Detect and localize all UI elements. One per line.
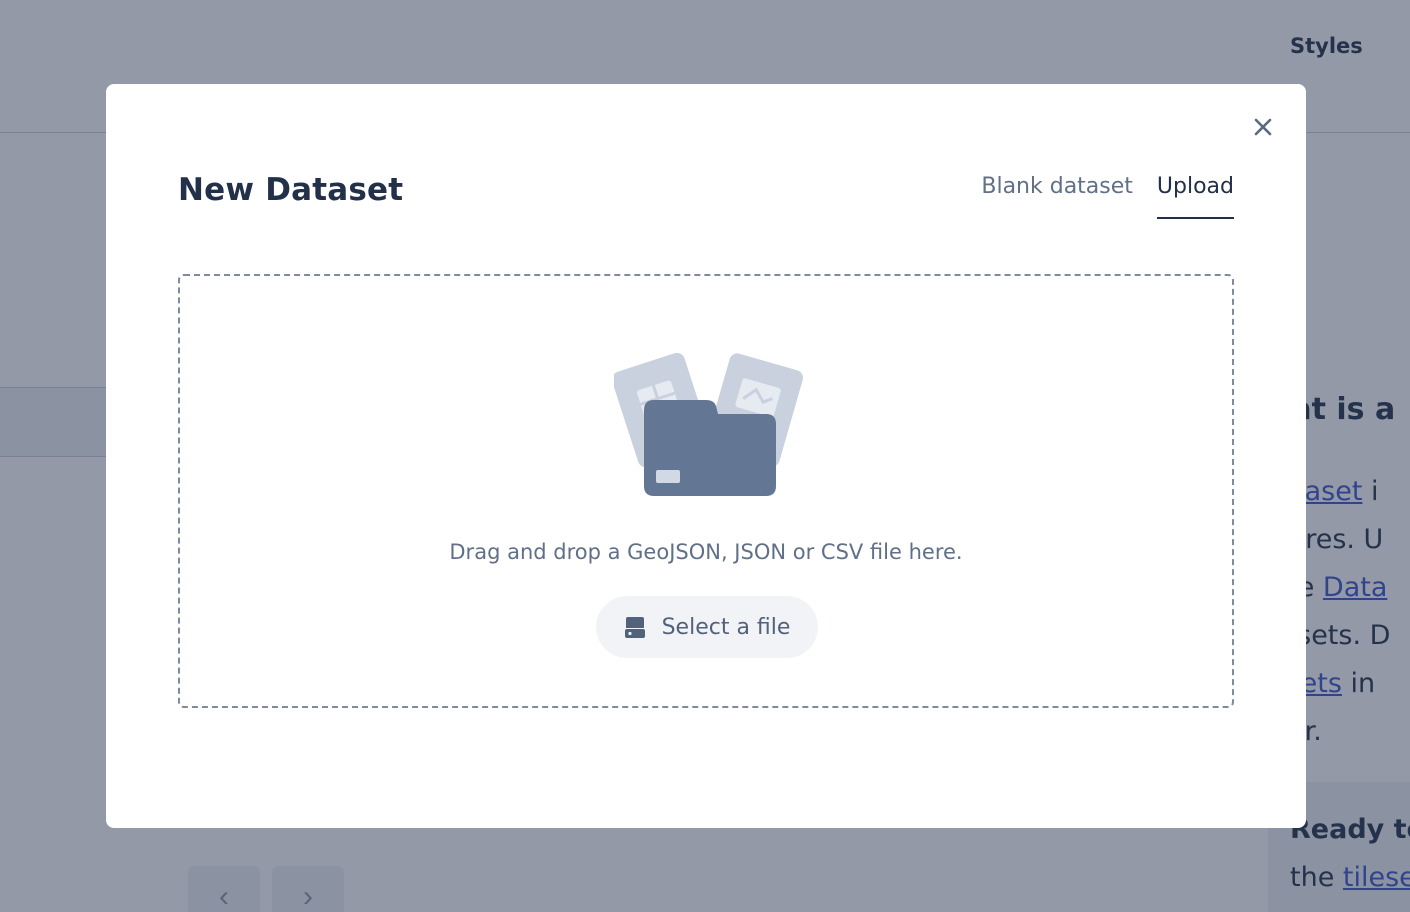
dropzone-instruction: Drag and drop a GeoJSON, JSON or CSV fil…: [449, 540, 963, 564]
tab-blank-dataset[interactable]: Blank dataset: [981, 174, 1133, 219]
close-icon: [1254, 118, 1272, 136]
new-dataset-modal: New Dataset Blank dataset Upload Drag an…: [106, 84, 1306, 828]
select-file-label: Select a file: [661, 614, 791, 640]
modal-title: New Dataset: [178, 172, 404, 208]
folder-with-files-icon: [614, 352, 803, 496]
drive-icon: [624, 617, 645, 638]
close-button[interactable]: [1248, 112, 1278, 142]
file-dropzone[interactable]: Drag and drop a GeoJSON, JSON or CSV fil…: [178, 274, 1234, 708]
dataset-tabs: Blank dataset Upload: [981, 174, 1234, 219]
select-file-button[interactable]: Select a file: [596, 596, 818, 658]
tab-upload[interactable]: Upload: [1156, 174, 1234, 219]
